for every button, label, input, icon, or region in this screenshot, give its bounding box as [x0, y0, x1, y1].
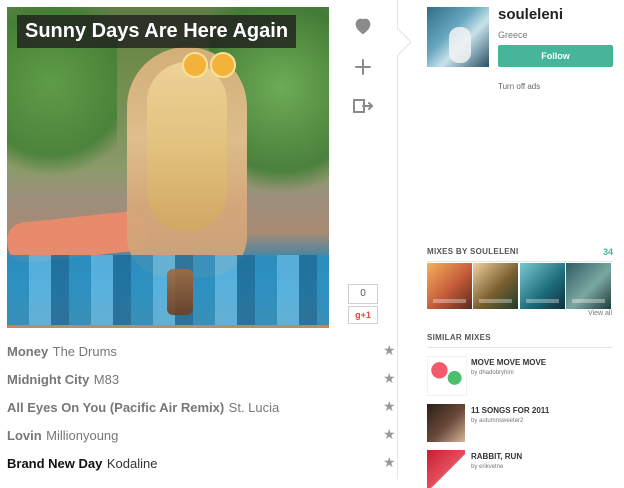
similar-mixes-header: SIMILAR MIXES [427, 333, 613, 348]
mix-cover-image[interactable] [7, 7, 329, 328]
track-artist: Millionyoung [46, 428, 119, 443]
mixes-by-header: MIXES BY SOULELENI 34 [427, 247, 613, 262]
add-to-collection-button[interactable] [350, 54, 376, 80]
track-title: All Eyes On You (Pacific Air Remix) [7, 400, 225, 415]
thumb-overlay [572, 299, 605, 303]
mix-thumbnail[interactable] [520, 263, 565, 309]
similar-mix-title[interactable]: 11 SONGS FOR 2011 [471, 406, 549, 415]
tracklist: Money The Drums ★ Midnight City M83 ★ Al… [7, 340, 397, 479]
track-title: Money [7, 344, 49, 359]
google-plus-one-button[interactable]: g+1 [348, 306, 378, 324]
track-artist: M83 [93, 372, 120, 387]
similar-mix-item[interactable]: 11 SONGS FOR 2011 by autumnsweeter2 [427, 404, 613, 442]
thumb-overlay [479, 299, 512, 303]
profile-username[interactable]: souleleni [498, 6, 563, 23]
plus-icon [354, 58, 372, 76]
star-icon[interactable]: ★ [383, 427, 397, 441]
track-row[interactable]: Lovin Millionyoung ★ [7, 426, 397, 446]
track-row[interactable]: All Eyes On You (Pacific Air Remix) St. … [7, 398, 397, 418]
share-counter: 0 [348, 284, 378, 304]
cover-jar [167, 269, 193, 315]
turn-off-ads-link[interactable]: Turn off ads [498, 82, 540, 91]
similar-mix-item[interactable]: MOVE MOVE MOVE by dhadobryhim [427, 356, 613, 396]
similar-mix-cover [427, 404, 465, 442]
mix-thumbnail[interactable] [473, 263, 518, 309]
similar-mix-byline: by autumnsweeter2 [471, 418, 524, 424]
mixes-by-count: 34 [602, 247, 613, 257]
panel-divider [397, 0, 398, 479]
mix-thumbnail[interactable] [566, 263, 611, 309]
track-title: Midnight City [7, 372, 90, 387]
track-title: Brand New Day [7, 456, 103, 471]
track-artist: St. Lucia [228, 400, 280, 415]
view-all-link[interactable]: View all [588, 310, 612, 317]
cover-lemon-left [182, 52, 208, 78]
follow-button[interactable]: Follow [498, 45, 613, 67]
share-button[interactable] [350, 93, 376, 119]
track-row[interactable]: Midnight City M83 ★ [7, 370, 397, 390]
cover-hair [147, 62, 227, 232]
mixes-by-thumbnails [427, 263, 613, 309]
mix-thumbnail[interactable] [427, 263, 472, 309]
similar-mix-cover [427, 356, 467, 396]
star-icon[interactable]: ★ [383, 455, 397, 469]
track-row-current[interactable]: Brand New Day Kodaline ★ [7, 454, 397, 474]
cover-lemon-right [210, 52, 236, 78]
share-icon [352, 97, 374, 115]
similar-mix-item[interactable]: RABBIT, RUN by erikvetne [427, 450, 613, 488]
panel-arrow-icon [397, 28, 411, 56]
track-artist: The Drums [52, 344, 117, 359]
similar-mix-byline: by dhadobryhim [471, 370, 514, 376]
track-row[interactable]: Money The Drums ★ [7, 342, 397, 362]
avatar-figure [449, 27, 471, 63]
thumb-overlay [433, 299, 466, 303]
star-icon[interactable]: ★ [383, 399, 397, 413]
star-icon[interactable]: ★ [383, 343, 397, 357]
profile-country: Greece [498, 30, 528, 40]
similar-mixes-heading: SIMILAR MIXES [427, 333, 491, 342]
mixes-by-heading: MIXES BY SOULELENI [427, 247, 519, 256]
like-button[interactable] [350, 13, 376, 39]
track-artist: Kodaline [106, 456, 158, 471]
similar-mix-byline: by erikvetne [471, 464, 504, 470]
similar-mix-title[interactable]: RABBIT, RUN [471, 452, 522, 461]
track-title: Lovin [7, 428, 42, 443]
similar-mix-cover [427, 450, 465, 488]
user-avatar[interactable] [427, 7, 489, 67]
thumb-overlay [526, 299, 559, 303]
heart-icon [353, 17, 373, 35]
similar-mix-title[interactable]: MOVE MOVE MOVE [471, 358, 546, 367]
star-icon[interactable]: ★ [383, 371, 397, 385]
mix-title: Sunny Days Are Here Again [17, 15, 297, 48]
